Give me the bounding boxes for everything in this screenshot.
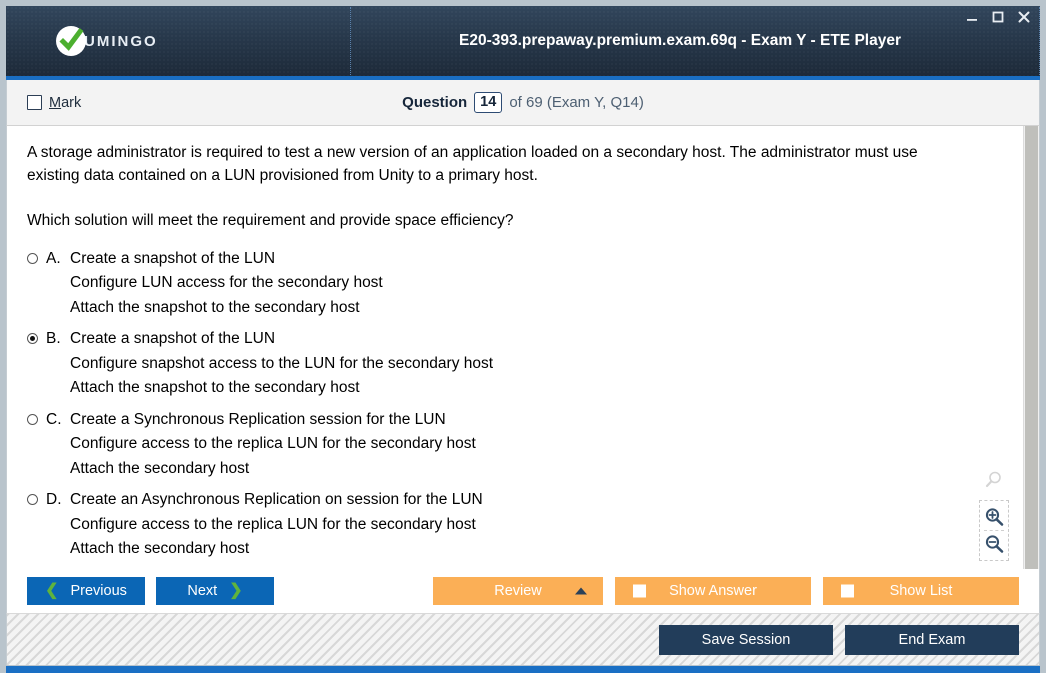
question-word: Question xyxy=(402,94,468,111)
mark-label: Mark xyxy=(49,95,81,111)
previous-button-label: Previous xyxy=(70,583,127,599)
end-exam-label: End Exam xyxy=(898,631,966,648)
show-answer-checkbox[interactable] xyxy=(633,584,646,598)
option-d-line1: Create an Asynchronous Replication on se… xyxy=(70,491,483,509)
show-list-label: Show List xyxy=(889,583,953,599)
question-total-label: of 69 (Exam Y, Q14) xyxy=(509,94,644,111)
option-a-line3: Attach the snapshot to the secondary hos… xyxy=(70,298,360,316)
radio-d[interactable] xyxy=(27,494,38,506)
ete-player-window: UMINGO E20-393.prepaway.premium.exam.69q… xyxy=(0,0,1046,673)
question-content-shell: A storage administrator is required to t… xyxy=(6,126,1040,569)
previous-button[interactable]: ❮ Previous xyxy=(27,577,145,605)
answer-option-a[interactable]: A. Create a snapshot of the LUN Configur… xyxy=(27,247,1001,320)
question-header: Mark Question 14 of 69 (Exam Y, Q14) xyxy=(6,80,1040,126)
footer-bar: Save Session End Exam xyxy=(6,613,1040,665)
zoom-out-icon[interactable] xyxy=(982,531,1006,557)
option-a-line2: Configure LUN access for the secondary h… xyxy=(70,274,383,292)
question-content: A storage administrator is required to t… xyxy=(7,126,1023,569)
brand-logo: UMINGO xyxy=(6,6,350,76)
zoom-in-icon[interactable] xyxy=(982,504,1006,530)
option-b-line1: Create a snapshot of the LUN xyxy=(70,330,276,348)
window-title: E20-393.prepaway.premium.exam.69q - Exam… xyxy=(351,32,1039,50)
answer-option-c[interactable]: C. Create a Synchronous Replication sess… xyxy=(27,408,1001,481)
title-bar: UMINGO E20-393.prepaway.premium.exam.69q… xyxy=(6,6,1040,80)
maximize-icon[interactable] xyxy=(990,9,1006,25)
show-list-button[interactable]: Show List xyxy=(823,577,1019,605)
answer-options: A. Create a snapshot of the LUN Configur… xyxy=(27,247,1001,562)
action-bar: ❮ Previous Next ❯ Review Show Answer Sho… xyxy=(6,569,1040,613)
logo: UMINGO xyxy=(56,26,158,56)
option-c-line3: Attach the secondary host xyxy=(70,459,250,477)
check-circle-icon xyxy=(56,26,86,56)
chevron-left-icon: ❮ xyxy=(45,582,59,599)
save-session-button[interactable]: Save Session xyxy=(659,624,833,655)
answer-option-b[interactable]: B. Create a snapshot of the LUN Configur… xyxy=(27,327,1001,400)
mark-checkbox[interactable]: Mark xyxy=(27,95,81,111)
option-text-b: Create a snapshot of the LUN Configure s… xyxy=(70,327,493,400)
show-answer-button[interactable]: Show Answer xyxy=(615,577,811,605)
chevron-up-icon xyxy=(575,587,587,595)
radio-c[interactable] xyxy=(27,413,38,425)
logo-text: UMINGO xyxy=(84,32,158,50)
bottom-accent-bar xyxy=(6,666,1040,673)
vertical-scrollbar[interactable] xyxy=(1023,126,1039,569)
window-controls xyxy=(964,9,1032,25)
minimize-icon[interactable] xyxy=(964,9,980,25)
show-list-checkbox[interactable] xyxy=(841,584,854,598)
end-exam-button[interactable]: End Exam xyxy=(845,624,1019,655)
option-letter-d: D. xyxy=(46,491,62,509)
magnifier-icon xyxy=(984,470,1004,495)
option-text-a: Create a snapshot of the LUN Configure L… xyxy=(70,247,383,320)
question-number-input[interactable]: 14 xyxy=(474,92,503,113)
window-title-text: E20-393.prepaway.premium.exam.69q - Exam… xyxy=(459,32,901,49)
zoom-button-group xyxy=(979,500,1009,561)
review-buttons: Review Show Answer Show List xyxy=(433,577,1019,605)
chevron-right-icon: ❯ xyxy=(229,582,243,599)
question-counter: Question 14 of 69 (Exam Y, Q14) xyxy=(402,92,644,113)
option-text-d: Create an Asynchronous Replication on se… xyxy=(70,488,483,561)
answer-option-d[interactable]: D. Create an Asynchronous Replication on… xyxy=(27,488,1001,561)
option-text-c: Create a Synchronous Replication session… xyxy=(70,408,476,481)
option-letter-a: A. xyxy=(46,249,61,267)
option-letter-c: C. xyxy=(46,410,62,428)
option-c-line2: Configure access to the replica LUN for … xyxy=(70,435,476,453)
question-paragraph-2: Which solution will meet the requirement… xyxy=(27,211,514,229)
review-button-label: Review xyxy=(494,583,542,599)
option-b-line3: Attach the snapshot to the secondary hos… xyxy=(70,379,360,397)
radio-a[interactable] xyxy=(27,252,38,264)
option-d-line3: Attach the secondary host xyxy=(70,540,250,558)
close-icon[interactable] xyxy=(1016,9,1032,25)
next-button[interactable]: Next ❯ xyxy=(156,577,274,605)
question-paragraph-1: A storage administrator is required to t… xyxy=(27,144,918,184)
mark-label-underlined: M xyxy=(49,94,62,111)
option-letter-b: B. xyxy=(46,330,61,348)
review-button[interactable]: Review xyxy=(433,577,603,605)
save-session-label: Save Session xyxy=(701,631,791,648)
scrollbar-thumb[interactable] xyxy=(1025,126,1038,569)
navigation-buttons: ❮ Previous Next ❯ xyxy=(27,577,274,605)
title-divider-right xyxy=(1039,7,1040,75)
mark-checkbox-box[interactable] xyxy=(27,95,42,110)
show-answer-label: Show Answer xyxy=(669,583,757,599)
zoom-tools xyxy=(979,470,1009,561)
option-c-line1: Create a Synchronous Replication session… xyxy=(70,410,446,428)
next-button-label: Next xyxy=(187,583,218,599)
option-a-line1: Create a snapshot of the LUN xyxy=(70,249,276,267)
mark-label-rest: ark xyxy=(61,94,82,111)
option-b-line2: Configure snapshot access to the LUN for… xyxy=(70,354,494,372)
option-d-line2: Configure access to the replica LUN for … xyxy=(70,515,476,533)
radio-b[interactable] xyxy=(27,333,38,345)
